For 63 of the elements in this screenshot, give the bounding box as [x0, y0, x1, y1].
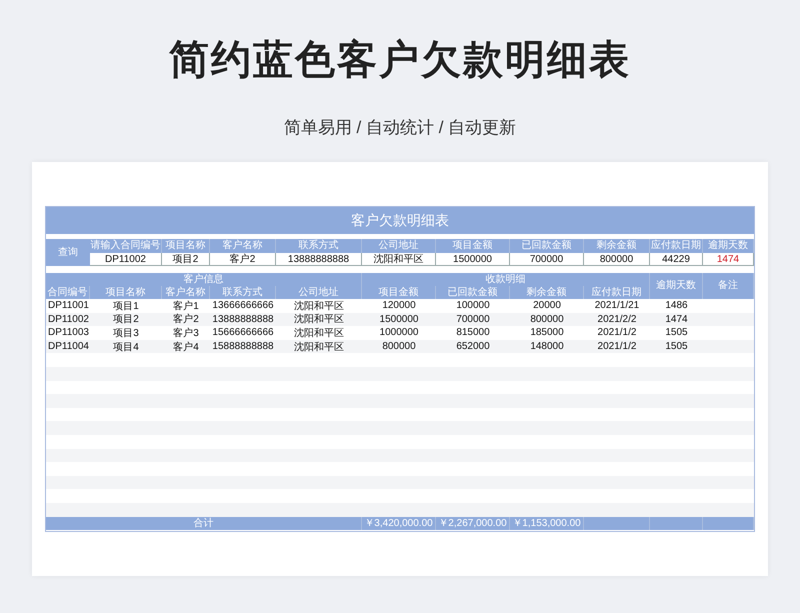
column-header: 请输入合同编号: [90, 239, 162, 253]
page-title: 简约蓝色客户欠款明细表: [169, 37, 631, 84]
sheet-title: 客户欠款明细表: [46, 207, 754, 234]
total-cell: ￥2,267,000.00: [436, 516, 510, 530]
table-cell: 148000: [510, 340, 584, 354]
column-header: 已回款金额: [510, 239, 584, 253]
query-field[interactable]: 项目2: [162, 253, 210, 266]
table-cell: 客户4: [162, 340, 210, 354]
table-cell: 客户2: [162, 312, 210, 326]
table-cell: 800000: [510, 312, 584, 326]
table-cell: 1474: [650, 312, 703, 326]
table-cell: 沈阳和平区: [276, 340, 362, 354]
table-cell: 沈阳和平区: [276, 312, 362, 326]
total-label: 合计: [46, 516, 362, 530]
query-field[interactable]: 客户2: [210, 253, 276, 266]
table-cell: 800000: [362, 340, 436, 354]
total-cell: [650, 516, 703, 530]
query-field[interactable]: DP11002: [90, 253, 162, 266]
table-cell: DP11002: [46, 312, 90, 326]
table-cell: 2021/2/2: [584, 312, 650, 326]
table-cell: 15888888888: [210, 340, 276, 354]
table-cell: 1505: [650, 340, 703, 354]
column-header: 公司地址: [276, 286, 362, 299]
group-header: 客户信息: [46, 273, 362, 286]
table-cell: 项目2: [90, 312, 162, 326]
column-header: 合同编号: [46, 286, 90, 299]
query-field[interactable]: 1474: [703, 253, 754, 266]
table-cell: DP11004: [46, 340, 90, 354]
total-cell: [584, 516, 650, 530]
column-header: 项目金额: [362, 286, 436, 299]
column-header: 已回款金额: [436, 286, 510, 299]
query-field[interactable]: 13888888888: [276, 253, 362, 266]
column-header: 客户名称: [162, 286, 210, 299]
total-cell: ￥1,153,000.00: [510, 516, 584, 530]
group-header: 收款明细: [362, 273, 650, 286]
column-header: 公司地址: [362, 239, 436, 253]
column-header: 逾期天数: [650, 273, 703, 299]
column-header: 剩余金额: [510, 286, 584, 299]
column-header: 联系方式: [276, 239, 362, 253]
column-header: 应付款日期: [584, 286, 650, 299]
column-header: 逾期天数: [703, 239, 754, 253]
column-header: 项目金额: [436, 239, 510, 253]
table-cell: 1500000: [362, 312, 436, 326]
query-field[interactable]: 44229: [650, 253, 703, 266]
column-header: 项目名称: [90, 286, 162, 299]
query-field[interactable]: 700000: [510, 253, 584, 266]
total-cell: ￥3,420,000.00: [362, 516, 436, 530]
table-cell: 项目4: [90, 340, 162, 354]
table-cell: 700000: [436, 312, 510, 326]
column-header: 剩余金额: [584, 239, 650, 253]
total-cell: [703, 516, 754, 530]
table-cell: 2021/1/2: [584, 340, 650, 354]
column-header: 应付款日期: [650, 239, 703, 253]
query-field[interactable]: 800000: [584, 253, 650, 266]
column-header: 备注: [703, 273, 754, 299]
query-field[interactable]: 1500000: [436, 253, 510, 266]
table-cell: 13888888888: [210, 312, 276, 326]
column-header: 联系方式: [210, 286, 276, 299]
query-field[interactable]: 沈阳和平区: [362, 253, 436, 266]
table-cell: 652000: [436, 340, 510, 354]
page-subtitle: 简单易用 / 自动统计 / 自动更新: [284, 118, 516, 138]
column-header: 客户名称: [210, 239, 276, 253]
column-header: 项目名称: [162, 239, 210, 253]
